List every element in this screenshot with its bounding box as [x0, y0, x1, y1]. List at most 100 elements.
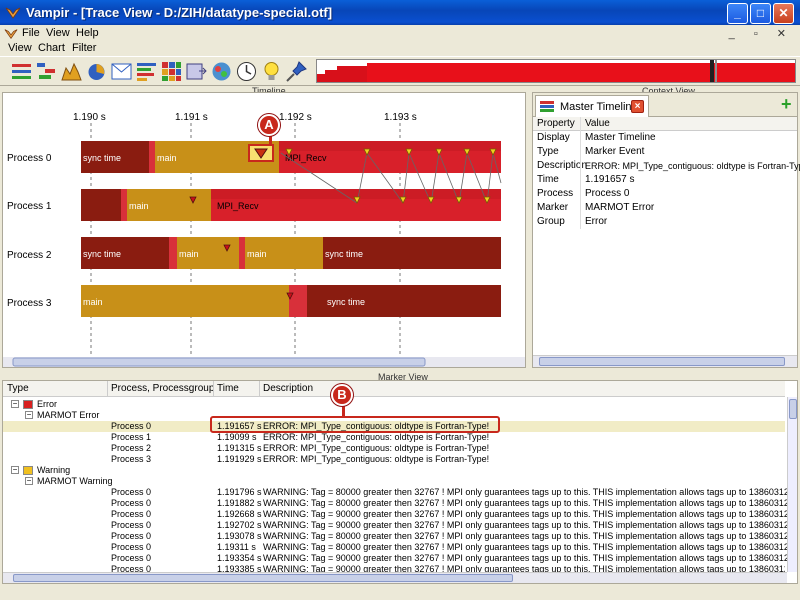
process-cell: Process 0	[111, 564, 152, 572]
table-row[interactable]: Process 0 1.193078 s WARNING: Tag = 8000…	[3, 531, 796, 542]
table-row[interactable]: Process 1 1.19099 s ERROR: MPI_Type_cont…	[3, 432, 785, 443]
process-1-bar[interactable]: main MPI_Recv	[81, 189, 501, 221]
marker-horizontal-scrollbar[interactable]	[3, 572, 787, 583]
column-header[interactable]: Description	[263, 383, 313, 394]
status-bar	[0, 586, 800, 600]
description-cell: WARNING: Tag = 80000 greater then 32767 …	[263, 531, 797, 541]
process-3-bar[interactable]: main sync time	[81, 285, 501, 317]
clock-icon[interactable]	[235, 60, 258, 83]
context-row: Type Marker Event	[533, 145, 797, 159]
communication-matrix-icon[interactable]	[160, 60, 183, 83]
selected-marker[interactable]	[248, 144, 274, 162]
marker-view-panel: Type Process, Processgroup Time Descript…	[2, 380, 798, 584]
function-summary-icon[interactable]	[85, 60, 108, 83]
callout-b-badge: B	[331, 384, 353, 406]
table-row[interactable]: Process 2 1.191315 s ERROR: MPI_Type_con…	[3, 443, 785, 454]
minimize-button[interactable]: _	[727, 3, 748, 24]
table-row[interactable]: Process 0 1.191796 s WARNING: Tag = 8000…	[3, 487, 796, 498]
io-events-icon[interactable]	[185, 60, 208, 83]
function-label: main	[179, 249, 199, 259]
tree-group-row[interactable]: − Error	[3, 399, 785, 410]
description-cell: WARNING: Tag = 90000 greater then 32767 …	[263, 553, 797, 563]
time-cell: 1.193385 s	[217, 564, 262, 572]
process-cell: Process 0	[111, 421, 152, 431]
time-cell: 1.193354 s	[217, 553, 262, 563]
call-tree-icon[interactable]	[210, 60, 233, 83]
close-button[interactable]: ✕	[773, 3, 794, 24]
description-cell: WARNING: Tag = 80000 greater then 32767 …	[263, 542, 797, 552]
function-label: MPI_Recv	[217, 201, 259, 211]
message-summary-icon[interactable]	[110, 60, 133, 83]
time-cell: 1.192702 s	[217, 520, 262, 530]
menu-file[interactable]: File	[22, 27, 40, 39]
process-cell: Process 0	[111, 553, 152, 563]
process-label: Process 1	[7, 201, 52, 212]
context-property-table: Property Value Display Master Timeline Ty…	[533, 117, 800, 229]
collapse-toggle-icon[interactable]: −	[25, 477, 33, 485]
zoom-overview[interactable]	[316, 59, 796, 83]
description-cell: ERROR: MPI_Type_contiguous: oldtype is F…	[263, 443, 490, 453]
tick-label: 1.190 s	[73, 112, 106, 123]
tree-group-row[interactable]: − Warning	[3, 465, 785, 476]
property-value: 1.191657 s	[585, 174, 635, 185]
process-cell: Process 0	[111, 531, 152, 541]
table-row[interactable]: Process 0 1.192702 s WARNING: Tag = 9000…	[3, 520, 796, 531]
add-tab-icon[interactable]: +	[781, 95, 792, 113]
table-row[interactable]: Process 0 1.191882 s WARNING: Tag = 8000…	[3, 498, 796, 509]
column-header[interactable]: Type	[7, 383, 29, 394]
column-header: Property	[537, 118, 575, 129]
table-row[interactable]: Process 0 1.19311 s WARNING: Tag = 80000…	[3, 542, 796, 553]
property-value: MARMOT Error	[585, 202, 655, 213]
master-timeline-tab-icon	[540, 101, 554, 112]
property-name: Time	[537, 174, 559, 185]
vampir-logo-icon	[5, 7, 21, 19]
menu-trace-view[interactable]: View	[8, 42, 32, 54]
process-timeline-icon[interactable]	[35, 60, 58, 83]
menu-view[interactable]: View	[46, 27, 70, 39]
time-cell: 1.191796 s	[217, 487, 262, 497]
context-scrollbar[interactable]	[533, 355, 797, 367]
process-2-bar[interactable]: sync time main main sync time	[81, 237, 501, 269]
time-cell: 1.191882 s	[217, 498, 262, 508]
table-row[interactable]: Process 3 1.191929 s ERROR: MPI_Type_con…	[3, 454, 785, 465]
vampir-window: Vampir - [Trace View - D:/ZIH/datatype-s…	[0, 0, 800, 600]
function-label: main	[83, 297, 103, 307]
lightbulb-icon[interactable]	[260, 60, 283, 83]
callout-a-badge: A	[258, 114, 280, 136]
counter-timeline-icon[interactable]	[60, 60, 83, 83]
function-label: main	[247, 249, 267, 259]
collapse-toggle-icon[interactable]: −	[11, 466, 19, 474]
vampir-small-icon	[4, 29, 18, 39]
column-header[interactable]: Time	[217, 383, 239, 394]
tab-close-icon[interactable]: ×	[631, 100, 644, 113]
tab-master-timeline[interactable]: Master Timeline ×	[535, 95, 649, 117]
function-label: main	[129, 201, 149, 211]
maximize-button[interactable]: □	[750, 3, 771, 24]
function-label: sync time	[83, 153, 121, 163]
master-timeline-icon[interactable]	[10, 60, 33, 83]
context-row: Marker MARMOT Error	[533, 201, 797, 215]
property-value: ERROR: MPI_Type_contiguous: oldtype is F…	[585, 161, 800, 171]
context-row: Display Master Timeline	[533, 131, 797, 145]
menu-chart[interactable]: Chart	[38, 42, 65, 54]
table-row[interactable]: Process 0 1.192668 s WARNING: Tag = 9000…	[3, 509, 796, 520]
time-cell: 1.192668 s	[217, 509, 262, 519]
tick-label: 1.192 s	[279, 112, 312, 123]
overview-strip	[317, 60, 795, 82]
process-summary-icon[interactable]	[135, 60, 158, 83]
collapse-toggle-icon[interactable]: −	[11, 400, 19, 408]
column-header[interactable]: Process, Processgroup	[111, 383, 214, 394]
tree-subgroup-row[interactable]: − MARMOT Warning	[3, 476, 785, 487]
subgroup-label: MARMOT Warning	[37, 476, 113, 486]
property-name: Marker	[537, 202, 569, 213]
table-row[interactable]: Process 0 1.193354 s WARNING: Tag = 9000…	[3, 553, 796, 564]
pin-icon[interactable]	[285, 60, 308, 83]
mdi-window-controls[interactable]: _ ▫ ✕	[729, 27, 794, 40]
description-cell: WARNING: Tag = 90000 greater then 32767 …	[263, 509, 797, 519]
collapse-toggle-icon[interactable]: −	[25, 411, 33, 419]
marker-vertical-scrollbar[interactable]	[787, 397, 797, 572]
menu-help[interactable]: Help	[76, 27, 99, 39]
property-name: Group	[537, 216, 565, 227]
menu-filter[interactable]: Filter	[72, 42, 96, 54]
table-row[interactable]: Process 0 1.193385 s WARNING: Tag = 9000…	[3, 564, 785, 572]
